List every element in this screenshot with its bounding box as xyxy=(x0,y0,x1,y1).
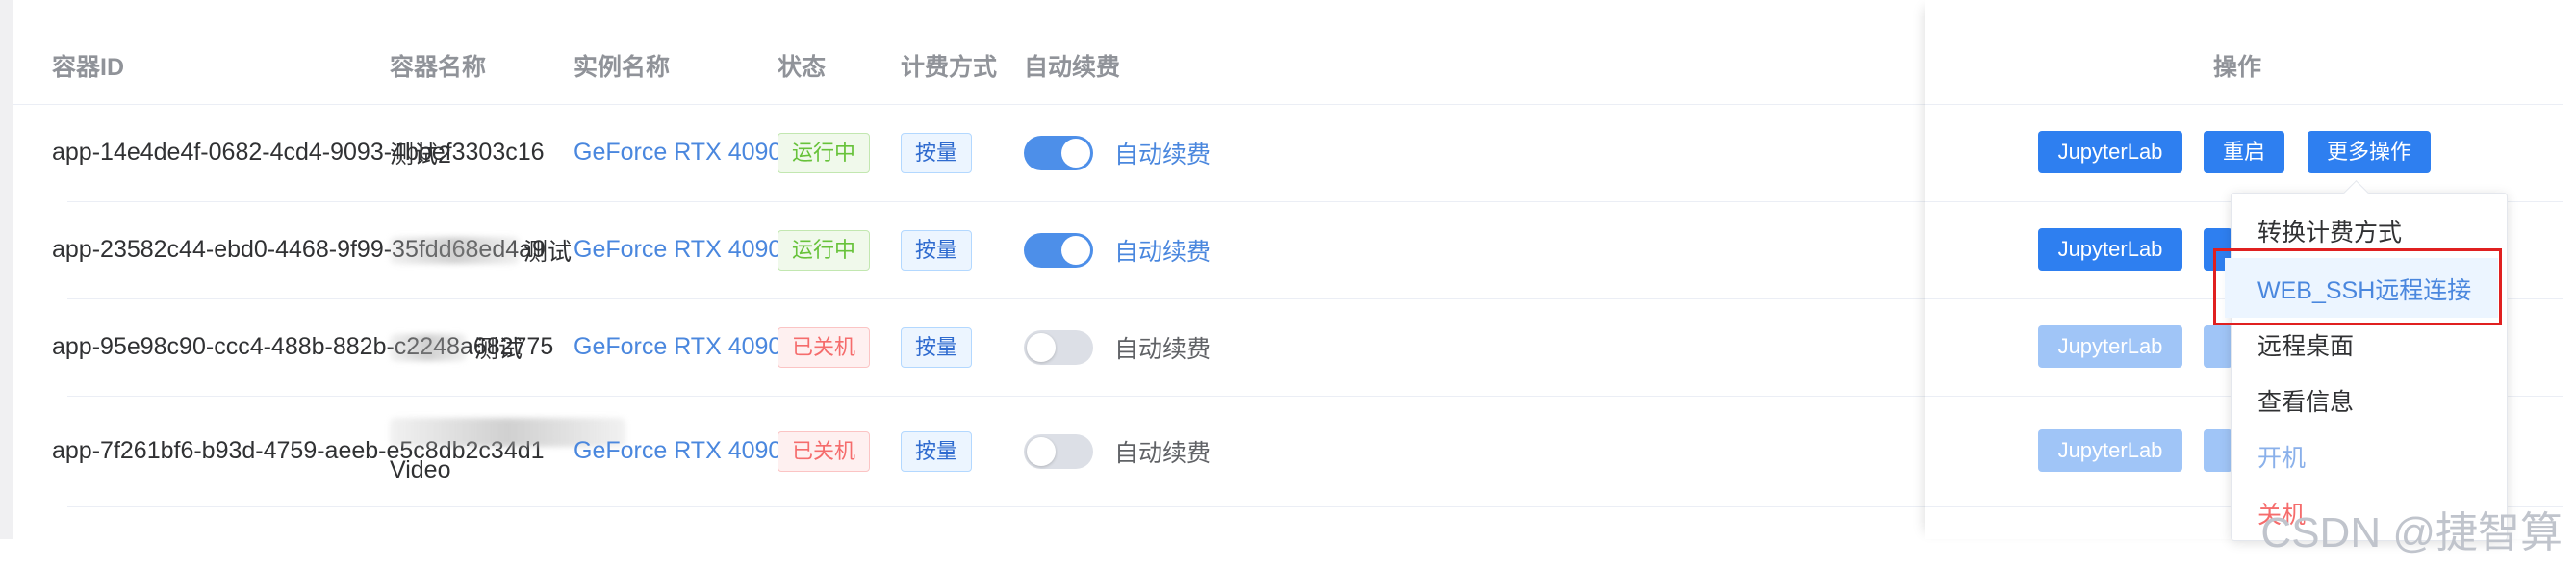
billing-badge: 按量 xyxy=(901,229,973,271)
status-badge: 已关机 xyxy=(778,326,871,368)
annotation-red-box xyxy=(2213,248,2502,325)
jupyterlab-button[interactable]: JupyterLab xyxy=(2038,429,2182,472)
redacted-name xyxy=(390,333,467,361)
status-badge: 已关机 xyxy=(778,430,871,472)
container-id: app-14e4de4f-0682-4cd4-9093-4bbef3303c16 xyxy=(52,139,545,166)
restart-button[interactable]: 重启 xyxy=(2204,131,2284,173)
header-instance-name: 实例名称 xyxy=(574,54,671,81)
billing-badge: 按量 xyxy=(901,430,973,472)
restart-button-partial[interactable] xyxy=(2204,325,2232,368)
left-border-strip xyxy=(0,0,13,539)
menu-item-remote-desktop[interactable]: 远程桌面 xyxy=(2257,327,2354,362)
status-badge: 运行中 xyxy=(778,229,871,271)
container-name: Video xyxy=(390,456,451,483)
jupyterlab-button[interactable]: JupyterLab xyxy=(2038,228,2182,271)
auto-renew-label: 自动续费 xyxy=(1114,335,1211,363)
header-status: 状态 xyxy=(778,54,827,81)
header-actions: 操作 xyxy=(2213,54,2262,81)
billing-badge: 按量 xyxy=(901,132,973,173)
header-billing: 计费方式 xyxy=(901,54,998,81)
auto-renew-label: 自动续费 xyxy=(1114,141,1211,168)
auto-renew-label: 自动续费 xyxy=(1114,439,1211,467)
menu-item-power-on[interactable]: 开机 xyxy=(2257,439,2306,474)
status-badge: 运行中 xyxy=(778,132,871,173)
auto-renew-toggle[interactable] xyxy=(1024,232,1093,268)
auto-renew-toggle[interactable] xyxy=(1024,433,1093,469)
billing-badge: 按量 xyxy=(901,326,973,368)
header-auto-renew: 自动续费 xyxy=(1024,54,1121,81)
watermark: CSDN @捷智算 xyxy=(2260,509,2563,556)
container-name: 测试2 xyxy=(390,141,451,168)
auto-renew-label: 自动续费 xyxy=(1114,238,1211,266)
auto-renew-toggle[interactable] xyxy=(1024,135,1093,170)
menu-item-convert-billing[interactable]: 转换计费方式 xyxy=(2257,214,2402,248)
container-name: 测试 xyxy=(523,238,573,266)
auto-renew-toggle[interactable] xyxy=(1024,329,1093,365)
jupyterlab-button[interactable]: JupyterLab xyxy=(2038,131,2182,173)
redacted-name xyxy=(390,236,520,264)
more-actions-button[interactable]: 更多操作 xyxy=(2308,131,2431,173)
menu-item-view-info[interactable]: 查看信息 xyxy=(2257,383,2354,418)
restart-button-partial[interactable] xyxy=(2204,429,2232,472)
container-name: 测试 xyxy=(474,335,523,363)
actions-header-cell: 操作 xyxy=(1925,0,2550,105)
jupyterlab-button[interactable]: JupyterLab xyxy=(2038,325,2182,368)
header-container-id: 容器ID xyxy=(52,54,125,81)
header-container-name: 容器名称 xyxy=(390,54,487,81)
